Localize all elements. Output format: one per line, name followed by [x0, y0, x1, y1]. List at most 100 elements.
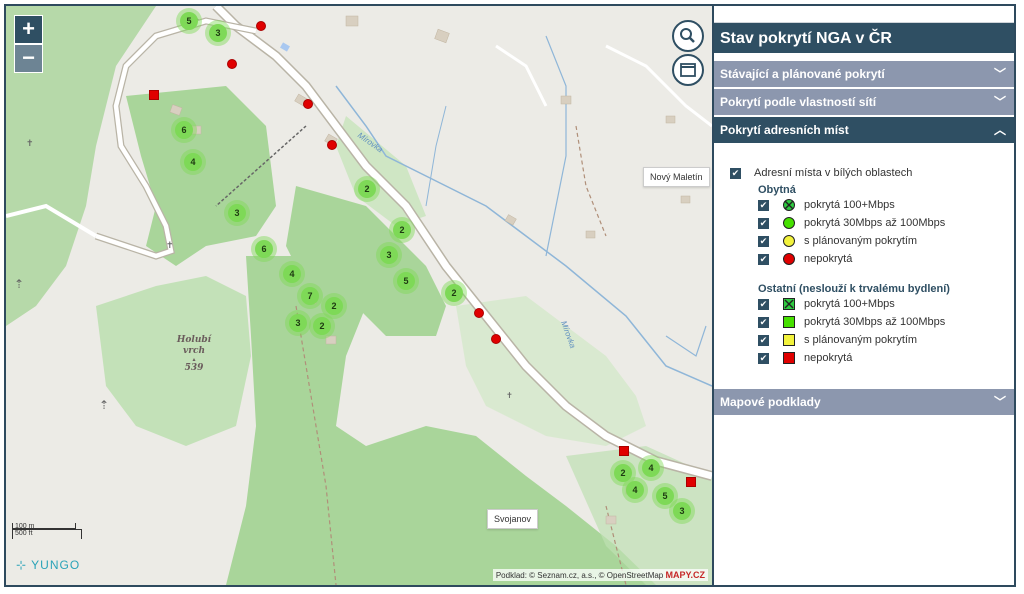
layer-checkbox[interactable]: ✔: [758, 218, 769, 229]
cluster-marker[interactable]: 6: [255, 240, 273, 258]
layer-label-main: Adresní místa v bílých oblastech: [754, 167, 913, 179]
search-icon: [680, 28, 695, 43]
uncovered-circle-icon: [783, 253, 795, 265]
cluster-marker[interactable]: 2: [393, 221, 411, 239]
chevron-down-icon: ﹀: [993, 95, 1006, 109]
cluster-marker[interactable]: 3: [209, 24, 227, 42]
layer-checkbox[interactable]: ✔: [758, 200, 769, 211]
layer-checkbox[interactable]: ✔: [758, 299, 769, 310]
zoom-out-button[interactable]: −: [14, 44, 43, 73]
peak-label: Holubí vrch ▴ 539: [171, 335, 217, 374]
cluster-marker[interactable]: 5: [656, 487, 674, 505]
cluster-marker[interactable]: 2: [325, 297, 343, 315]
address-coverage-content: ✔ Adresní místa v bílých oblastech Obytn…: [714, 143, 1014, 387]
layer-checkbox[interactable]: ✔: [758, 335, 769, 346]
side-panel: Stav pokrytí NGA v ČR Stávající a plánov…: [714, 6, 1014, 585]
section-label: Pokrytí podle vlastností sítí: [720, 95, 877, 109]
cluster-marker[interactable]: 2: [614, 464, 632, 482]
layer-label: s plánovaným pokrytím: [804, 334, 918, 346]
section-base-maps[interactable]: Mapové podklady ﹀: [714, 387, 1014, 415]
chevron-down-icon: ﹀: [993, 67, 1006, 81]
covered-high-circle-icon: [783, 199, 795, 211]
layer-label: nepokrytá: [804, 352, 853, 364]
uncovered-residential-marker[interactable]: [491, 334, 501, 344]
cluster-marker[interactable]: 4: [283, 265, 301, 283]
map-base-layer: ✝ ✝ ✝ ⇡ ⇡ ⇡: [6, 6, 712, 585]
uncovered-residential-marker[interactable]: [474, 308, 484, 318]
section-network-properties[interactable]: Pokrytí podle vlastností sítí ﹀: [714, 87, 1014, 115]
zoom-in-button[interactable]: +: [14, 15, 43, 44]
layer-label: s plánovaným pokrytím: [804, 235, 918, 247]
section-label: Mapové podklady: [720, 395, 821, 409]
peak-elevation: 539: [184, 363, 204, 373]
chevron-down-icon: ﹀: [993, 395, 1006, 409]
calendar-icon: [680, 63, 696, 77]
cluster-marker[interactable]: 4: [626, 481, 644, 499]
layer-checkbox[interactable]: ✔: [758, 254, 769, 265]
svg-text:⇡: ⇡: [99, 398, 109, 412]
covered-high-square-icon: [783, 298, 795, 310]
section-address-coverage[interactable]: Pokrytí adresních míst ︿: [714, 115, 1014, 143]
layer-checkbox[interactable]: ✔: [758, 353, 769, 364]
cluster-marker[interactable]: 3: [673, 502, 691, 520]
map-scale: 100 m 500 ft: [12, 523, 82, 539]
calendar-button[interactable]: [672, 54, 704, 86]
section-existing-planned-coverage[interactable]: Stávající a plánované pokrytí ﹀: [714, 59, 1014, 87]
section-label: Stávající a plánované pokrytí: [720, 67, 885, 81]
layer-label: pokrytá 30Mbps až 100Mbps: [804, 316, 946, 328]
covered-mid-square-icon: [783, 316, 795, 328]
cluster-marker[interactable]: 5: [180, 12, 198, 30]
cluster-marker[interactable]: 5: [397, 272, 415, 290]
cluster-marker[interactable]: 4: [184, 153, 202, 171]
group-title-other: Ostatní (neslouží k trvalému bydlení): [758, 283, 950, 295]
uncovered-square-icon: [783, 352, 795, 364]
svg-text:✝: ✝: [166, 241, 174, 251]
cluster-marker[interactable]: 2: [313, 317, 331, 335]
uncovered-other-marker[interactable]: [686, 477, 696, 487]
yungo-logo: ⊹ YUNGO: [16, 558, 80, 572]
uncovered-other-marker[interactable]: [149, 90, 159, 100]
cluster-marker[interactable]: 2: [445, 284, 463, 302]
svg-text:⇡: ⇡: [14, 277, 24, 291]
panel-title: Stav pokrytí NGA v ČR: [714, 23, 1014, 53]
cross-mark-icon: [784, 299, 794, 309]
group-title-residential: Obytná: [758, 184, 796, 196]
map-attribution: Podklad: © Seznam.cz, a.s., © OpenStreet…: [492, 569, 708, 581]
mapy-cz-logo[interactable]: MAPY.CZ: [665, 570, 705, 580]
layer-label: pokrytá 100+Mbps: [804, 199, 895, 211]
uncovered-residential-marker[interactable]: [256, 21, 266, 31]
cluster-marker[interactable]: 3: [289, 314, 307, 332]
covered-mid-circle-icon: [783, 217, 795, 229]
layer-label: nepokrytá: [804, 253, 853, 265]
cluster-marker[interactable]: 2: [358, 180, 376, 198]
map-view[interactable]: ✝ ✝ ✝ ⇡ ⇡ ⇡ Mírovka Mírovka + − Nový: [6, 6, 714, 585]
layer-label: pokrytá 30Mbps až 100Mbps: [804, 217, 946, 229]
peak-name: Holubí: [176, 335, 212, 345]
uncovered-residential-marker[interactable]: [303, 99, 313, 109]
planned-circle-icon: [783, 235, 795, 247]
layer-label: pokrytá 100+Mbps: [804, 298, 895, 310]
panel-top-bar: [714, 6, 1014, 23]
attribution-text: Podklad: © Seznam.cz, a.s., © OpenStreet…: [495, 571, 664, 580]
uncovered-residential-marker[interactable]: [227, 59, 237, 69]
cluster-marker[interactable]: 4: [642, 459, 660, 477]
cluster-marker[interactable]: 7: [301, 287, 319, 305]
search-button[interactable]: [672, 20, 704, 52]
layer-checkbox[interactable]: ✔: [758, 236, 769, 247]
scale-imperial: 500 ft: [12, 529, 82, 539]
place-label-svojanov: Svojanov: [487, 509, 539, 529]
section-label: Pokrytí adresních míst: [720, 123, 849, 137]
cluster-marker[interactable]: 3: [228, 204, 246, 222]
yungo-logo-text: YUNGO: [31, 558, 81, 572]
cross-mark-icon: [784, 200, 794, 210]
chevron-up-icon: ︿: [993, 123, 1006, 137]
svg-text:✝: ✝: [26, 139, 34, 149]
cluster-marker[interactable]: 6: [175, 121, 193, 139]
cluster-marker[interactable]: 3: [380, 246, 398, 264]
planned-square-icon: [783, 334, 795, 346]
layer-checkbox[interactable]: ✔: [730, 168, 741, 179]
uncovered-other-marker[interactable]: [619, 446, 629, 456]
layer-checkbox[interactable]: ✔: [758, 317, 769, 328]
place-label-novy-maletin: Nový Maletín: [643, 167, 710, 187]
uncovered-residential-marker[interactable]: [327, 140, 337, 150]
